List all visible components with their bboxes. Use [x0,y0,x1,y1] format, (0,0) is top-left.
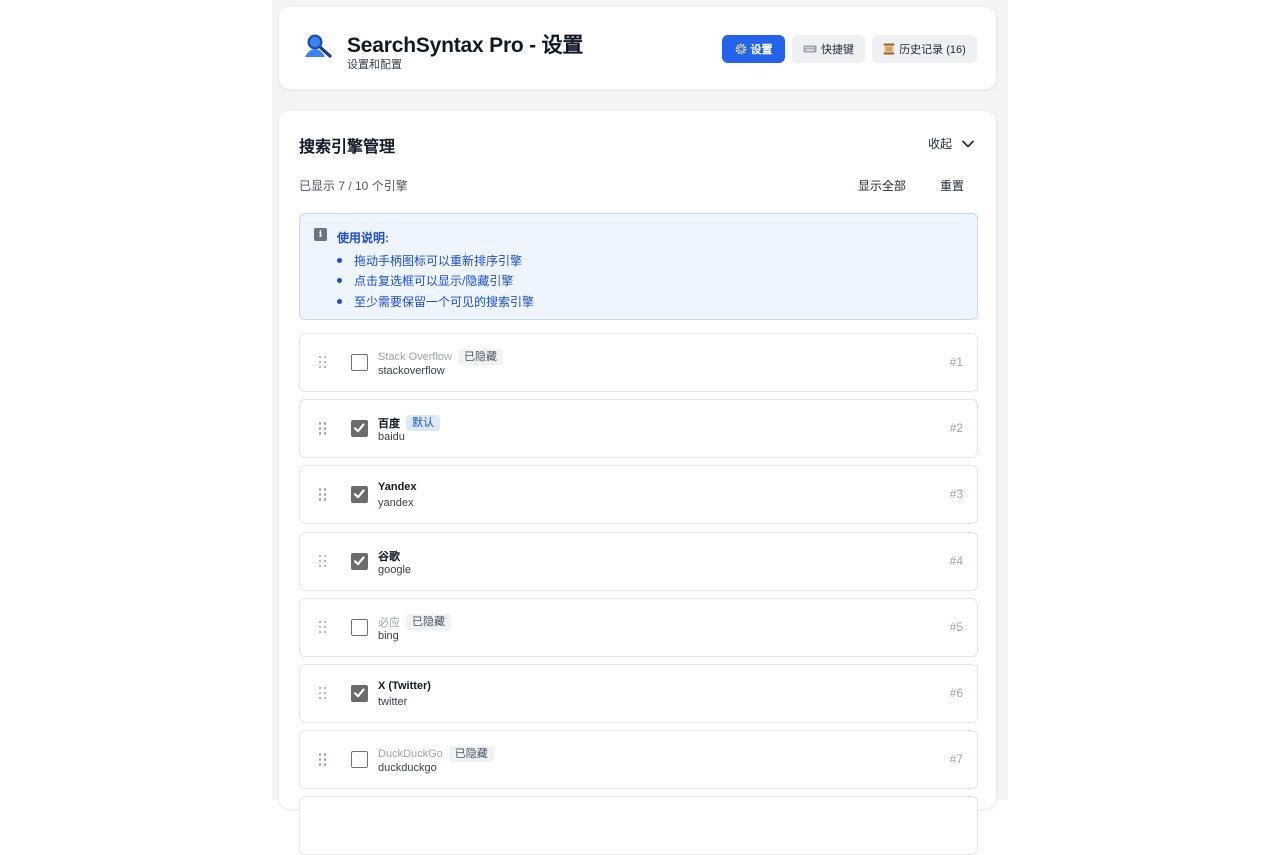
collapse-button[interactable]: 收起 [928,135,974,152]
engine-name-label: X (Twitter) [378,680,431,692]
history-button-label: 历史记录 (16) [899,44,966,56]
header-card: SearchSyntax Pro - 设置 设置和配置 设置 快捷键 历史记录 … [278,6,997,90]
engine-name: DuckDuckGo 已隐藏 [378,746,494,763]
drag-handle-icon[interactable] [319,753,327,766]
engine-visibility-checkbox[interactable] [351,751,368,769]
engine-name: Yandex [378,481,417,493]
engine-key: stackoverflow [378,365,445,377]
engine-order-index: #2 [949,421,963,436]
engines-card: 搜索引擎管理 收起 已显示 7 / 10 个引擎 显示全部 重置 i 使用说明:… [278,110,997,855]
info-item: 拖动手柄图标可以重新排序引擎 [337,250,534,271]
engine-key: google [378,563,412,576]
shortcuts-button-label: 快捷键 [821,44,854,56]
drag-handle-icon[interactable] [319,488,327,501]
engine-row-partial [299,796,978,855]
check-icon [353,423,365,433]
engine-name-label: 百度 [378,418,400,431]
gear-icon [735,43,746,55]
engine-name: Stack Overflow 已隐藏 [378,349,503,365]
engine-name: 百度 默认 [378,415,440,432]
engine-name-label: DuckDuckGo [378,748,443,761]
drag-handle-icon[interactable] [319,356,327,369]
engine-key: twitter [378,696,408,708]
engine-visibility-checkbox[interactable] [351,685,368,702]
history-button[interactable]: 历史记录 (16) [872,35,977,63]
engine-name-label: 必应 [378,616,400,629]
engine-row[interactable]: Yandex yandex #3 [299,465,978,525]
drag-handle-icon[interactable] [319,422,327,435]
engine-row[interactable]: 百度 默认 baidu #2 [299,399,978,459]
engine-order-index: #4 [949,553,963,568]
engine-name: 谷歌 [378,548,400,564]
engine-row[interactable]: 谷歌 google #4 [299,531,978,591]
engine-key: bing [378,629,399,642]
keyboard-icon [803,45,817,53]
engine-visibility-checkbox[interactable] [351,486,368,504]
status-badge: 默认 [406,415,440,432]
search-user-icon [305,34,332,58]
engine-order-index: #7 [949,752,963,767]
engine-visibility-checkbox[interactable] [351,420,368,438]
status-badge: 已隐藏 [457,349,503,365]
app-subtitle: 设置和配置 [347,59,402,71]
engine-key: yandex [378,497,414,510]
engine-key: duckduckgo [378,762,437,775]
info-item: 点击复选框可以显示/隐藏引擎 [337,271,534,292]
settings-button-label: 设置 [750,44,773,56]
engine-name: 必应 已隐藏 [378,613,451,630]
engine-row[interactable]: Stack Overflow 已隐藏 stackoverflow #1 [299,333,978,392]
engine-name-label: 谷歌 [378,550,400,563]
reset-button[interactable]: 重置 [940,177,964,194]
settings-button[interactable]: 设置 [722,35,785,63]
engine-order-index: #5 [949,619,963,634]
engine-name-label: Stack Overflow [378,351,452,363]
status-badge: 已隐藏 [448,746,494,763]
shortcuts-button[interactable]: 快捷键 [792,35,865,63]
engine-key: baidu [378,431,405,444]
info-item: 至少需要保留一个可见的搜索引擎 [337,291,534,312]
engine-order-index: #6 [949,686,963,700]
check-icon [353,688,365,698]
chevron-down-icon [962,140,974,147]
app-title: SearchSyntax Pro - 设置 [347,34,584,57]
engine-visibility-checkbox[interactable] [351,618,368,636]
info-list: 拖动手柄图标可以重新排序引擎 点击复选框可以显示/隐藏引擎 至少需要保留一个可见… [337,250,534,312]
engine-row[interactable]: DuckDuckGo 已隐藏 duckduckgo #7 [299,730,978,790]
status-badge: 已隐藏 [406,613,451,630]
check-icon [353,489,365,499]
drag-handle-icon[interactable] [319,620,327,634]
drag-handle-icon[interactable] [319,687,327,700]
drag-handle-icon[interactable] [319,554,327,568]
engine-row[interactable]: X (Twitter) twitter #6 [299,664,978,723]
engine-order-index: #3 [949,487,963,502]
engine-visibility-checkbox[interactable] [351,552,368,570]
section-title: 搜索引擎管理 [299,139,396,156]
collapse-label: 收起 [927,137,952,151]
engine-name: X (Twitter) [378,680,431,692]
engine-row[interactable]: 必应 已隐藏 bing #5 [299,597,978,657]
usage-info-box: i 使用说明: 拖动手柄图标可以重新排序引擎 点击复选框可以显示/隐藏引擎 至少… [299,213,978,320]
engine-count: 已显示 7 / 10 个引擎 [299,179,408,193]
info-icon: i [314,228,327,241]
show-all-button[interactable]: 显示全部 [858,177,906,194]
engine-name-label: Yandex [378,481,417,494]
scroll-icon [883,43,895,55]
engine-visibility-checkbox[interactable] [351,354,368,371]
check-icon [353,556,365,565]
engine-order-index: #1 [949,355,963,369]
info-title: 使用说明: [337,231,389,245]
